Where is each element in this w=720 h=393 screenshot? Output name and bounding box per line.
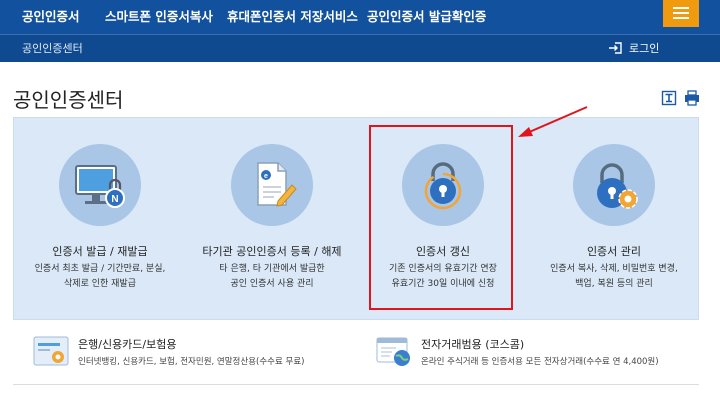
card-title: 타기관 공인인증서 등록 / 해제	[202, 245, 342, 258]
card-icon-circle	[573, 144, 655, 226]
highlight-box	[369, 125, 513, 310]
sub-bar: 공인인증센터 로그인	[0, 34, 720, 62]
card-desc-line: 인증서 최초 발급 / 기간만료, 분실,	[34, 264, 166, 274]
menu-button[interactable]	[663, 0, 699, 27]
card-desc-line: 공인 인증서 사용 관리	[230, 279, 314, 289]
card-icon-circle: e	[231, 144, 313, 226]
nav-item-phone-storage[interactable]: 휴대폰인증서 저장서비스	[227, 0, 358, 34]
monitor-lock-icon: N	[75, 165, 125, 208]
service-general-commerce[interactable]: 전자거래범용 (코스콤) 온라인 주식거래 등 인증서용 모든 전자상거래(수수…	[376, 336, 698, 370]
nav-item-certificate[interactable]: 공인인증서	[22, 0, 80, 34]
divider	[13, 384, 699, 385]
annotation-arrow-icon	[518, 106, 588, 137]
text-size-icon[interactable]	[661, 90, 677, 106]
card-icon	[33, 336, 69, 366]
print-icon[interactable]	[684, 90, 700, 106]
card-desc-line: 타 은행, 타 기관에서 발급한	[219, 264, 325, 274]
browser-globe-icon	[376, 337, 410, 366]
card-issue-reissue[interactable]: N 인증서 발급 / 재발급 인증서 최초 발급 / 기간만료, 분실, 삭제로…	[14, 118, 186, 321]
top-navigation: 공인인증서 스마트폰 인증서복사 휴대폰인증서 저장서비스 공인인증서 발급확인…	[0, 0, 720, 34]
card-description: 인증서 최초 발급 / 기간만료, 분실, 삭제로 인한 재발급	[14, 262, 186, 292]
card-management[interactable]: 인증서 관리 인증서 복사, 삭제, 비밀번호 변경, 백업, 복원 등의 관리	[528, 118, 700, 321]
service-title: 은행/신용카드/보험용	[78, 338, 177, 351]
card-icon-circle: N	[59, 144, 141, 226]
document-pen-icon: e	[257, 162, 297, 207]
login-icon	[609, 42, 622, 54]
card-title: 인증서 관리	[586, 245, 642, 258]
card-description: 인증서 복사, 삭제, 비밀번호 변경, 백업, 복원 등의 관리	[528, 262, 700, 292]
service-panel: N 인증서 발급 / 재발급 인증서 최초 발급 / 기간만료, 분실, 삭제로…	[13, 117, 699, 320]
service-description: 인터넷뱅킹, 신용카드, 보험, 전자민원, 연말정산용(수수료 무료)	[78, 357, 305, 367]
svg-text:N: N	[111, 194, 118, 205]
breadcrumb[interactable]: 공인인증센터	[22, 35, 83, 63]
card-other-cert-register[interactable]: e 타기관 공인인증서 등록 / 해제 타 은행, 타 기관에서 발급한 공인 …	[186, 118, 358, 321]
service-bank-card[interactable]: 은행/신용카드/보험용 인터넷뱅킹, 신용카드, 보험, 전자민원, 연말정산용…	[33, 336, 363, 370]
service-description: 온라인 주식거래 등 인증서용 모든 전자상거래(수수료 연 4,400원)	[421, 357, 659, 367]
login-label: 로그인	[629, 42, 660, 55]
card-desc-line: 삭제로 인한 재발급	[64, 279, 136, 289]
nav-item-smartphone-copy[interactable]: 스마트폰 인증서복사	[105, 0, 213, 34]
service-title: 전자거래범용 (코스콤)	[421, 338, 525, 351]
login-link[interactable]: 로그인	[608, 35, 659, 63]
nav-item-issue-confirmation[interactable]: 공인인증서 발급확인증	[367, 0, 486, 34]
card-desc-line: 백업, 복원 등의 관리	[575, 279, 653, 289]
card-desc-line: 인증서 복사, 삭제, 비밀번호 변경,	[550, 264, 678, 274]
svg-text:e: e	[264, 173, 268, 180]
card-title: 인증서 발급 / 재발급	[52, 245, 148, 258]
card-description: 타 은행, 타 기관에서 발급한 공인 인증서 사용 관리	[186, 262, 358, 292]
page-title: 공인인증센터	[13, 88, 124, 112]
lock-gear-icon	[597, 163, 638, 209]
